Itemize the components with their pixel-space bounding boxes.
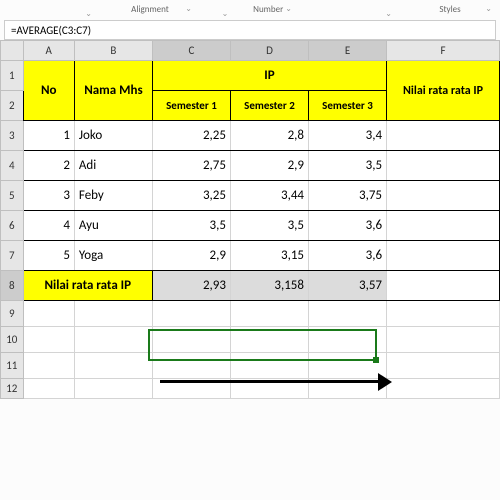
cell-s1[interactable]: 2,75 (152, 151, 230, 181)
row-1[interactable]: 1 (1, 61, 24, 91)
ribbon-alignment[interactable]: Alignment (100, 4, 200, 15)
empty-cell[interactable] (74, 353, 152, 379)
empty-cell[interactable] (23, 379, 74, 399)
cell-s3[interactable]: 3,5 (309, 151, 387, 181)
arrow-icon (160, 380, 380, 383)
row-8[interactable]: 8 (1, 271, 24, 301)
cell-s1[interactable]: 2,9 (152, 241, 230, 271)
cell-nama[interactable]: Adi (74, 151, 152, 181)
cell-s2[interactable]: 2,9 (230, 151, 308, 181)
empty-cell[interactable] (387, 379, 500, 399)
empty-cell[interactable] (74, 327, 152, 353)
empty-cell[interactable] (152, 353, 230, 379)
header-nilai[interactable]: Nilai rata rata IP (387, 61, 500, 121)
col-D[interactable]: D (230, 41, 308, 61)
formula-bar[interactable]: =AVERAGE(C3:C7) (4, 20, 496, 40)
table-row: 5 3 Feby 3,25 3,44 3,75 (1, 181, 500, 211)
footer-s2[interactable]: 3,158 (230, 271, 308, 301)
table-row: 7 5 Yoga 2,9 3,15 3,6 (1, 241, 500, 271)
cell-s2[interactable]: 3,5 (230, 211, 308, 241)
empty-cell[interactable] (152, 301, 230, 327)
cell-no[interactable]: 2 (23, 151, 74, 181)
cell-nilai[interactable] (387, 241, 500, 271)
cell-s3[interactable]: 3,6 (309, 241, 387, 271)
row-7[interactable]: 7 (1, 241, 24, 271)
footer-row: 8 Nilai rata rata IP 2,93 3,158 3,57 (1, 271, 500, 301)
col-A[interactable]: A (23, 41, 74, 61)
row-2[interactable]: 2 (1, 91, 24, 121)
cell-nilai[interactable] (387, 271, 500, 301)
row-6[interactable]: 6 (1, 211, 24, 241)
cell-s3[interactable]: 3,4 (309, 121, 387, 151)
header-ip[interactable]: IP (152, 61, 386, 91)
col-C[interactable]: C (152, 41, 230, 61)
cell-nama[interactable]: Ayu (74, 211, 152, 241)
cell-no[interactable]: 5 (23, 241, 74, 271)
cell-s1[interactable]: 3,5 (152, 211, 230, 241)
footer-s1[interactable]: 2,93 (152, 271, 230, 301)
cell-nama[interactable]: Yoga (74, 241, 152, 271)
cell-s3[interactable]: 3,75 (309, 181, 387, 211)
ribbon-number[interactable]: Number (236, 4, 300, 15)
select-all[interactable] (1, 41, 24, 61)
empty-cell[interactable] (309, 353, 387, 379)
row-12[interactable]: 12 (1, 379, 24, 399)
empty-cell[interactable] (230, 327, 308, 353)
cell-no[interactable]: 3 (23, 181, 74, 211)
cell-s2[interactable]: 3,44 (230, 181, 308, 211)
header-nama[interactable]: Nama Mhs (74, 61, 152, 121)
table-row: 4 2 Adi 2,75 2,9 3,5 (1, 151, 500, 181)
empty-cell[interactable] (387, 353, 500, 379)
row-11[interactable]: 11 (1, 353, 24, 379)
empty-cell[interactable] (74, 379, 152, 399)
row-9[interactable]: 9 (1, 301, 24, 327)
empty-cell[interactable] (74, 301, 152, 327)
empty-cell[interactable] (152, 327, 230, 353)
row-4[interactable]: 4 (1, 151, 24, 181)
cell-s2[interactable]: 3,15 (230, 241, 308, 271)
footer-label[interactable]: Nilai rata rata IP (23, 271, 152, 301)
empty-cell[interactable] (387, 327, 500, 353)
table-row: 6 4 Ayu 3,5 3,5 3,6 (1, 211, 500, 241)
row-3[interactable]: 3 (1, 121, 24, 151)
cell-nilai[interactable] (387, 181, 500, 211)
empty-cell[interactable] (309, 301, 387, 327)
cell-s1[interactable]: 3,25 (152, 181, 230, 211)
cell-nilai[interactable] (387, 121, 500, 151)
empty-cell[interactable] (23, 301, 74, 327)
col-B[interactable]: B (74, 41, 152, 61)
empty-cell[interactable] (23, 327, 74, 353)
spreadsheet-grid[interactable]: A B C D E F 1 No Nama Mhs IP Nilai rata … (0, 40, 500, 399)
ribbon: Alignment Number Styles (0, 0, 500, 18)
empty-cell[interactable] (230, 301, 308, 327)
ribbon-styles[interactable]: Styles (400, 4, 500, 15)
empty-cell[interactable] (387, 301, 500, 327)
empty-cell[interactable] (309, 327, 387, 353)
empty-cell[interactable] (230, 353, 308, 379)
cell-nama[interactable]: Joko (74, 121, 152, 151)
cell-nama[interactable]: Feby (74, 181, 152, 211)
col-F[interactable]: F (387, 41, 500, 61)
header-sem2[interactable]: Semester 2 (230, 91, 308, 121)
footer-s3[interactable]: 3,57 (309, 271, 387, 301)
cell-s2[interactable]: 2,8 (230, 121, 308, 151)
column-headers: A B C D E F (1, 41, 500, 61)
empty-cell[interactable] (23, 353, 74, 379)
cell-nilai[interactable] (387, 151, 500, 181)
table-row: 3 1 Joko 2,25 2,8 3,4 (1, 121, 500, 151)
col-E[interactable]: E (309, 41, 387, 61)
header-sem3[interactable]: Semester 3 (309, 91, 387, 121)
row-10[interactable]: 10 (1, 327, 24, 353)
cell-no[interactable]: 4 (23, 211, 74, 241)
formula-text: =AVERAGE(C3:C7) (11, 24, 91, 37)
cell-no[interactable]: 1 (23, 121, 74, 151)
header-no[interactable]: No (23, 61, 74, 121)
row-5[interactable]: 5 (1, 181, 24, 211)
cell-s3[interactable]: 3,6 (309, 211, 387, 241)
cell-nilai[interactable] (387, 211, 500, 241)
header-sem1[interactable]: Semester 1 (152, 91, 230, 121)
cell-s1[interactable]: 2,25 (152, 121, 230, 151)
